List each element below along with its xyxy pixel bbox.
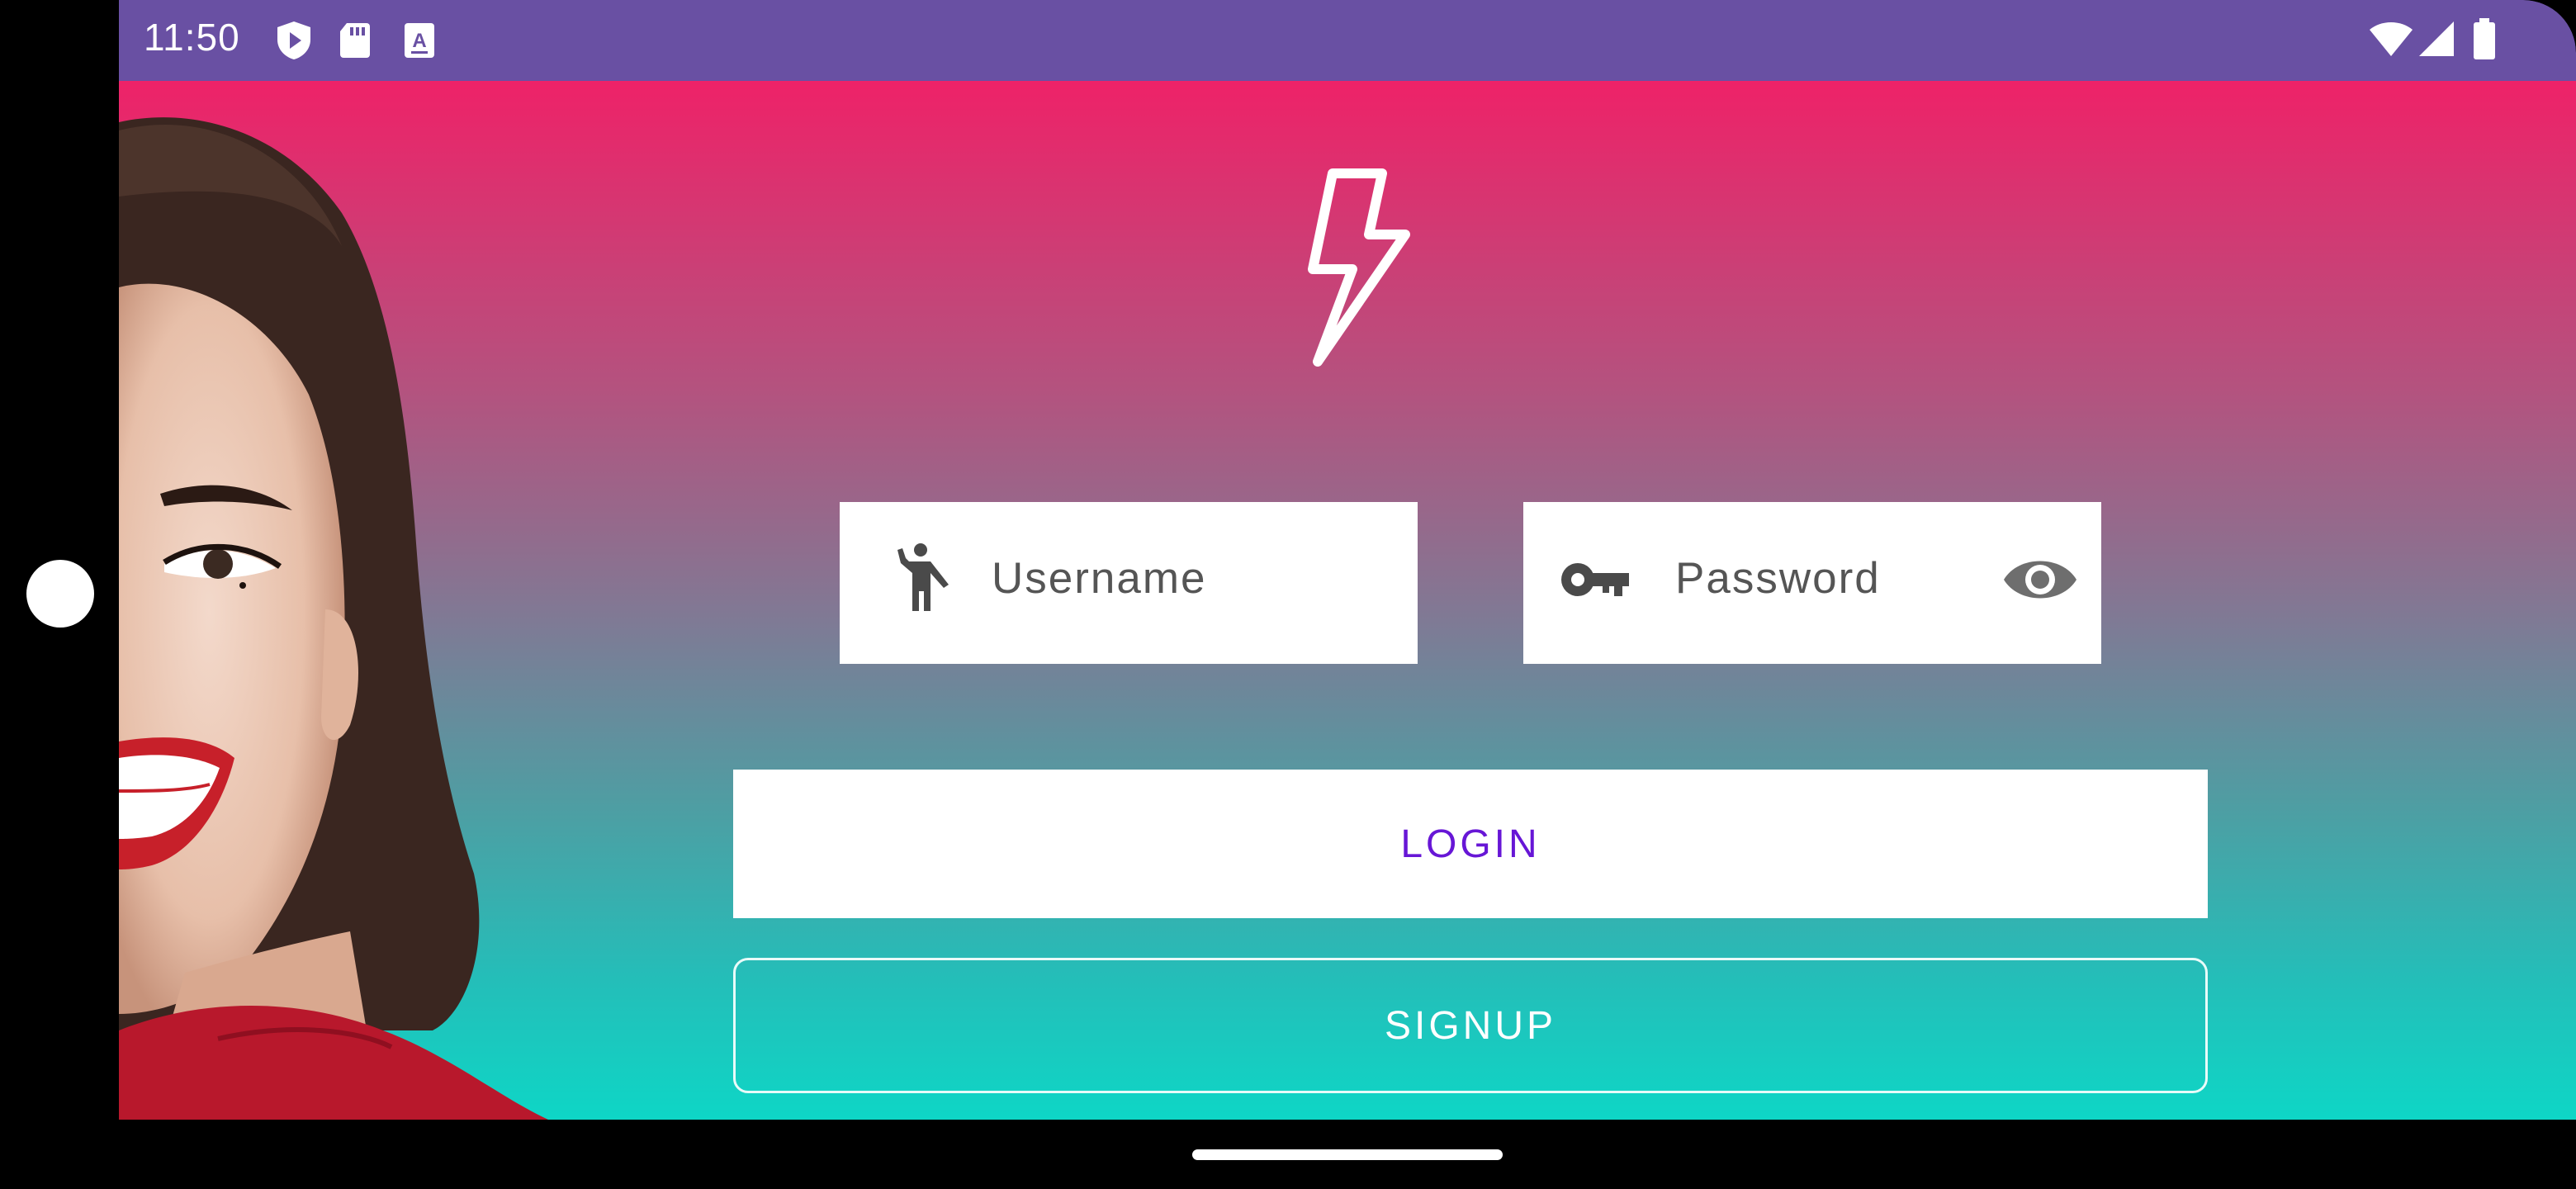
cell-signal-icon [2419, 21, 2454, 56]
password-placeholder: Password [1675, 554, 1881, 603]
username-placeholder: Username [992, 554, 1207, 603]
login-screen: Username Password LOGIN SIGNUP [119, 81, 2576, 1120]
username-field[interactable]: Username [840, 502, 1418, 664]
svg-text:A: A [412, 30, 426, 52]
key-icon [1561, 563, 1629, 596]
eye-icon[interactable] [1999, 538, 2081, 621]
waving-person-icon [897, 543, 949, 611]
password-field[interactable]: Password [1523, 502, 2101, 664]
device-frame: 11:50 A Username Password LOGIN SIGNUP [0, 0, 2576, 1189]
home-gesture-handle[interactable] [1192, 1149, 1503, 1160]
app-screen: 11:50 A Username Password LOGIN SIGNUP [119, 0, 2576, 1120]
signup-button[interactable]: SIGNUP [733, 958, 2208, 1093]
lightning-bolt-icon [1308, 168, 1410, 367]
login-button[interactable]: LOGIN [733, 770, 2208, 918]
sd-card-icon [340, 23, 370, 58]
battery-icon [2474, 18, 2495, 59]
wifi-icon [2370, 22, 2413, 56]
status-bar: 11:50 A [119, 0, 2576, 81]
play-protect-icon [277, 21, 310, 59]
font-download-icon: A [405, 23, 434, 58]
status-time: 11:50 [144, 16, 240, 59]
navigation-bar [0, 1120, 2576, 1189]
woman-portrait-image [119, 117, 548, 1120]
front-camera [26, 560, 94, 628]
